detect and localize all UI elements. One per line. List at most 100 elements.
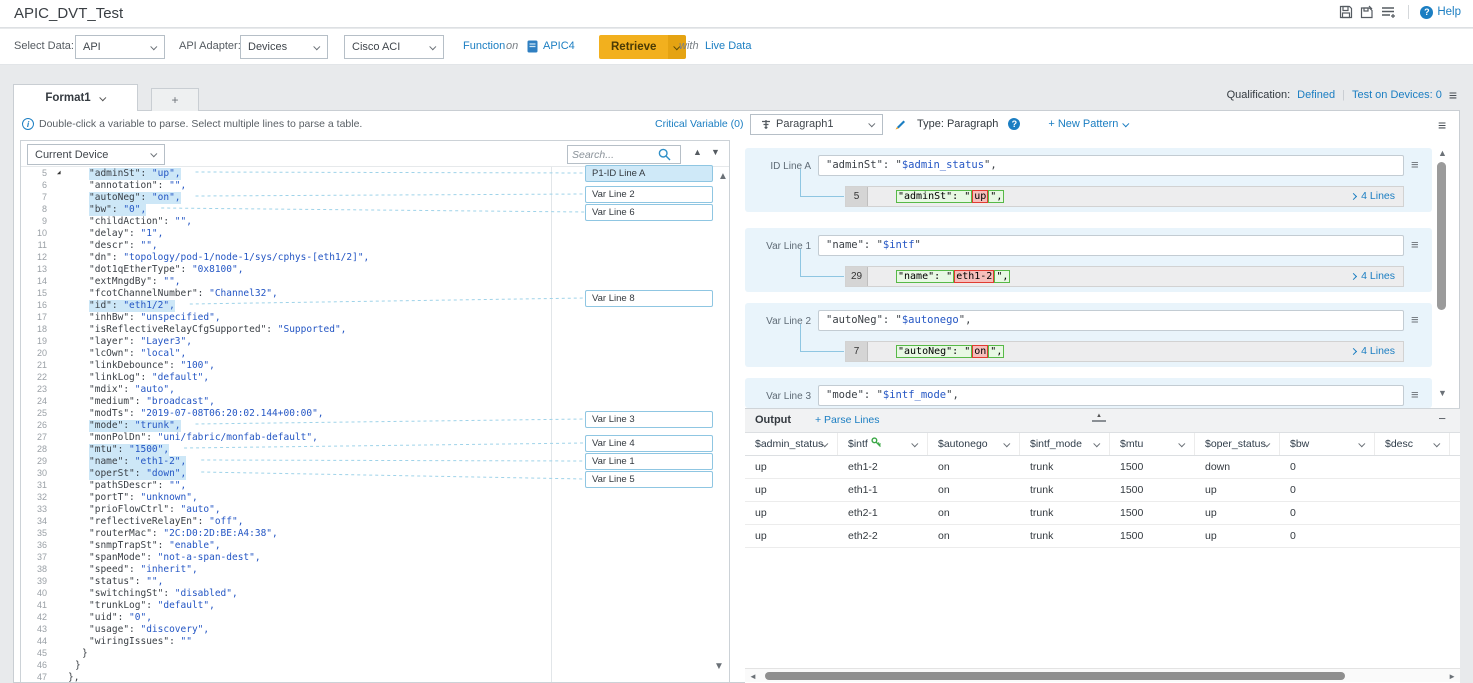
search-next-button[interactable]: ▼ [711, 147, 720, 157]
code-line[interactable]: 22"linkLog": "default", [21, 371, 729, 383]
code-line[interactable]: 46} [21, 659, 729, 671]
parse-line-label[interactable]: Var Line 8 [585, 290, 713, 307]
code-line[interactable]: 19"layer": "Layer3", [21, 335, 729, 347]
patterns-scrollbar-thumb[interactable] [1437, 162, 1446, 310]
edit-pattern-icon[interactable] [893, 117, 907, 131]
code-line[interactable]: 35"routerMac": "2C:D0:2D:BE:A4:38", [21, 527, 729, 539]
code-line[interactable]: 45} [21, 647, 729, 659]
save-as-icon[interactable] [1360, 5, 1374, 19]
search-prev-button[interactable]: ▲ [693, 147, 702, 157]
code-line[interactable]: 18"isReflectiveRelayCfgSupported": "Supp… [21, 323, 729, 335]
collapse-output-icon[interactable]: ▲ [1092, 412, 1106, 422]
search-icon[interactable] [658, 148, 671, 161]
fold-icon[interactable]: ◢ [57, 167, 61, 179]
code-line[interactable]: 44"wiringIssues": "" [21, 635, 729, 647]
device-name-link[interactable]: APIC4 [543, 40, 575, 52]
expand-lines-link[interactable]: 4 Lines [1351, 342, 1395, 361]
column-dropdown-icon[interactable] [1358, 440, 1365, 447]
function-link[interactable]: Function [463, 40, 505, 52]
search-input[interactable] [572, 149, 658, 161]
expand-lines-link[interactable]: 4 Lines [1351, 187, 1395, 206]
code-line[interactable]: 11"descr": "", [21, 239, 729, 251]
output-column-header[interactable]: $mtu [1110, 433, 1195, 455]
code-line[interactable]: 43"usage": "discovery", [21, 623, 729, 635]
labels-scroll-down[interactable]: ▼ [714, 661, 724, 672]
column-dropdown-icon[interactable] [1433, 440, 1440, 447]
code-line[interactable]: 13"dot1qEtherType": "0x8100", [21, 263, 729, 275]
pattern-input[interactable]: "name": "$intf" [818, 235, 1404, 256]
menu-icon[interactable]: ≡ [1411, 313, 1419, 326]
scroll-left-icon[interactable]: ◄ [749, 672, 757, 681]
code-line[interactable]: 42"uid": "0", [21, 611, 729, 623]
code-line[interactable]: 14"extMngdBy": "", [21, 275, 729, 287]
output-column-header[interactable]: $oper_status [1195, 433, 1280, 455]
code-line[interactable]: 34"reflectiveRelayEn": "off", [21, 515, 729, 527]
code-line[interactable]: 10"delay": "1", [21, 227, 729, 239]
test-on-devices-link[interactable]: Test on Devices: 0 [1352, 89, 1442, 101]
column-dropdown-icon[interactable] [911, 440, 918, 447]
qualification-value-link[interactable]: Defined [1297, 89, 1335, 101]
code-line[interactable]: 33"prioFlowCtrl": "auto", [21, 503, 729, 515]
parse-line-label[interactable]: Var Line 1 [585, 453, 713, 470]
parse-line-label[interactable]: Var Line 4 [585, 435, 713, 452]
parse-line-label[interactable]: P1-ID Line A [585, 165, 713, 182]
scroll-right-icon[interactable]: ► [1448, 672, 1456, 681]
parse-line-label[interactable]: Var Line 3 [585, 411, 713, 428]
driver-dropdown[interactable]: Cisco ACI [344, 35, 444, 59]
output-column-header[interactable]: $intf [838, 433, 928, 455]
column-dropdown-icon[interactable] [1093, 440, 1100, 447]
code-line[interactable]: 47}, [21, 671, 729, 683]
output-column-header[interactable]: $admin_status [745, 433, 838, 455]
code-line[interactable]: 38"speed": "inherit", [21, 563, 729, 575]
pattern-input[interactable]: "adminSt": "$admin_status", [818, 155, 1404, 176]
expand-lines-link[interactable]: 4 Lines [1351, 267, 1395, 286]
add-format-tab[interactable]: + [151, 88, 199, 111]
parse-lines-link[interactable]: + Parse Lines [815, 414, 880, 426]
code-line[interactable]: 12"dn": "topology/pod-1/node-1/sys/cphys… [21, 251, 729, 263]
api-adapter-dropdown[interactable]: Devices [240, 35, 328, 59]
device-selector-dropdown[interactable]: Current Device [27, 144, 165, 165]
parse-line-label[interactable]: Var Line 2 [585, 186, 713, 203]
pattern-selector-dropdown[interactable]: Paragraph1 [750, 114, 883, 135]
code-line[interactable]: 21"linkDebounce": "100", [21, 359, 729, 371]
code-line[interactable]: 20"lcOwn": "local", [21, 347, 729, 359]
code-line[interactable]: 23"mdix": "auto", [21, 383, 729, 395]
patterns-scroll-up[interactable]: ▲ [1438, 148, 1447, 158]
menu-icon[interactable]: ≡ [1411, 158, 1419, 171]
critical-variable-link[interactable]: Critical Variable (0) [655, 118, 744, 130]
output-column-header[interactable]: $desc [1375, 433, 1450, 455]
menu-icon[interactable]: ≡ [1411, 388, 1419, 401]
code-line[interactable]: 24"medium": "broadcast", [21, 395, 729, 407]
question-icon[interactable]: ? [1008, 118, 1020, 130]
list-options-icon[interactable] [1381, 5, 1397, 19]
code-line[interactable]: 40"switchingSt": "disabled", [21, 587, 729, 599]
menu-icon[interactable]: ≡ [1411, 238, 1419, 251]
labels-scroll-up[interactable]: ▲ [718, 171, 728, 182]
code-line[interactable]: 37"spanMode": "not-a-span-dest", [21, 551, 729, 563]
parse-line-label[interactable]: Var Line 5 [585, 471, 713, 488]
patterns-scroll-down[interactable]: ▼ [1438, 388, 1447, 398]
help-button[interactable]: ?Help [1420, 6, 1461, 19]
parse-line-label[interactable]: Var Line 6 [585, 204, 713, 221]
pattern-input[interactable]: "mode": "$intf_mode", [818, 385, 1404, 406]
select-data-dropdown[interactable]: API [75, 35, 165, 59]
h-scrollbar-thumb[interactable] [765, 672, 1345, 680]
live-data-link[interactable]: Live Data [705, 40, 751, 52]
column-dropdown-icon[interactable] [1003, 440, 1010, 447]
code-line[interactable]: 32"portT": "unknown", [21, 491, 729, 503]
minimize-output-icon[interactable]: − [1438, 411, 1446, 426]
output-column-header[interactable]: $bw [1280, 433, 1375, 455]
new-pattern-link[interactable]: + New Pattern [1048, 118, 1129, 130]
column-dropdown-icon[interactable] [1178, 440, 1185, 447]
output-column-header[interactable]: $autonego [928, 433, 1020, 455]
output-column-header[interactable]: $intf_mode [1020, 433, 1110, 455]
code-line[interactable]: 39"status": "", [21, 575, 729, 587]
code-line[interactable]: 36"snmpTrapSt": "enable", [21, 539, 729, 551]
qualification-menu-icon[interactable]: ≡ [1449, 88, 1457, 102]
save-icon[interactable] [1339, 5, 1353, 19]
tab-format1[interactable]: Format1 [13, 84, 138, 111]
code-line[interactable]: 41"trunkLog": "default", [21, 599, 729, 611]
pattern-input[interactable]: "autoNeg": "$autonego", [818, 310, 1404, 331]
retrieve-button[interactable]: Retrieve [599, 35, 686, 59]
pattern-panel-menu-icon[interactable]: ≡ [1438, 118, 1446, 132]
